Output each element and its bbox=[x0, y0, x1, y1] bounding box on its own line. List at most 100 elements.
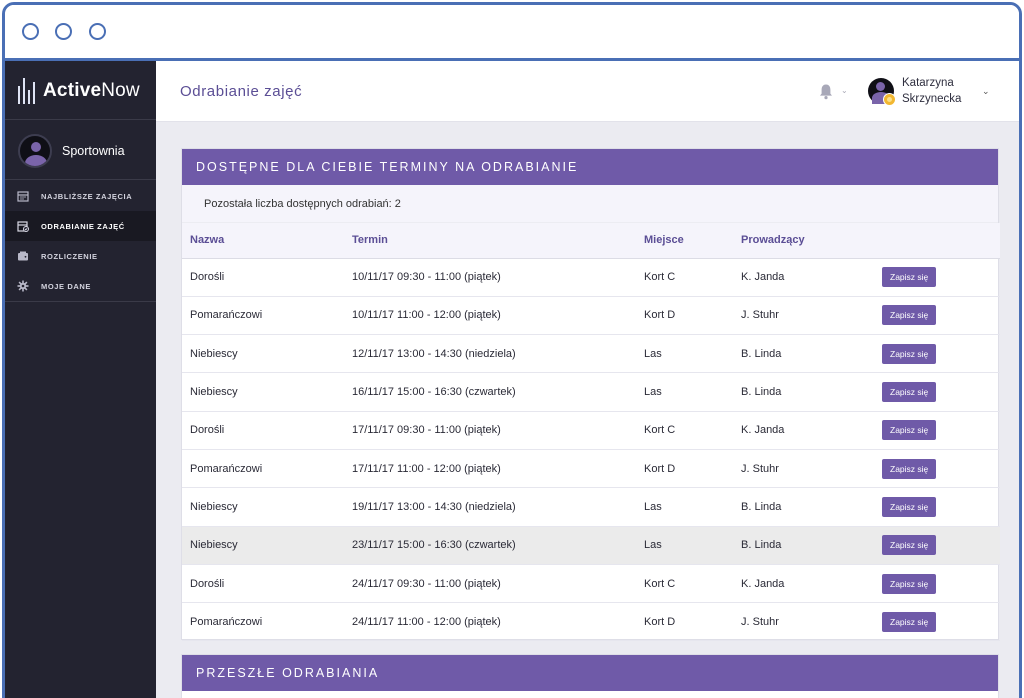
sidebar-item-label: Najbliższe zajęcia bbox=[41, 191, 133, 201]
table-row: Dorośli 17/11/17 09:30 - 11:00 (piątek) Ko… bbox=[182, 411, 1000, 450]
cell-place: Las bbox=[636, 372, 733, 412]
sidebar-nav: Najbliższe zajęcia Odrabianie zajęć Rozl… bbox=[5, 181, 156, 301]
cell-coach: J. Stuhr bbox=[733, 296, 874, 336]
sidebar-item-moje-dane[interactable]: Moje dane bbox=[5, 271, 156, 301]
cell-action: Zapisz się bbox=[874, 296, 1000, 336]
sidebar-divider bbox=[5, 119, 156, 120]
app-logo[interactable]: ActiveNow bbox=[18, 76, 140, 106]
sidebar-item-rozliczenie[interactable]: Rozliczenie bbox=[5, 241, 156, 271]
table-row: Dorośli 24/11/17 09:30 - 11:00 (piątek) Ko… bbox=[182, 564, 1000, 604]
chevron-down-icon[interactable]: ⌄ bbox=[841, 86, 848, 95]
avatar bbox=[868, 78, 896, 106]
table-row: Niebiescy 12/11/17 13:00 - 14:30 (niedzie… bbox=[182, 334, 1000, 374]
cell-place: Kort C bbox=[636, 564, 733, 604]
slots-table: Nazwa Termin Miejsce Prowadzący Dorośli 1… bbox=[182, 223, 1000, 642]
sidebar-item-najblizsze-zajecia[interactable]: Najbliższe zajęcia bbox=[5, 181, 156, 211]
user-menu[interactable]: Katarzyna Skrzynecka bbox=[868, 75, 961, 107]
zapisz-sie-button[interactable]: Zapisz się bbox=[882, 458, 937, 479]
sidebar-divider bbox=[5, 301, 156, 302]
zapisz-sie-button[interactable]: Zapisz się bbox=[882, 496, 937, 517]
cell-name: Niebiescy bbox=[182, 526, 344, 565]
zapisz-sie-button[interactable]: Zapisz się bbox=[882, 535, 937, 556]
cell-place: Kort D bbox=[636, 296, 733, 336]
column-header-termin: Termin bbox=[344, 223, 636, 259]
wallet-icon bbox=[17, 250, 29, 262]
user-first-name: Katarzyna bbox=[902, 77, 954, 89]
window-maximize-control[interactable] bbox=[89, 23, 106, 40]
window-minimize-control[interactable] bbox=[55, 23, 72, 40]
zapisz-sie-button[interactable]: Zapisz się bbox=[882, 611, 937, 632]
zapisz-sie-button[interactable]: Zapisz się bbox=[882, 420, 937, 441]
company-block[interactable]: Sportownia bbox=[18, 134, 125, 168]
cell-action: Zapisz się bbox=[874, 526, 1000, 565]
cell-action: Zapisz się bbox=[874, 449, 1000, 489]
cell-date: 19/11/17 13:00 - 14:30 (niedziela) bbox=[344, 487, 636, 527]
cell-place: Kort C bbox=[636, 258, 733, 297]
company-avatar bbox=[18, 134, 52, 168]
cell-name: Niebiescy bbox=[182, 487, 344, 527]
cell-coach: J. Stuhr bbox=[733, 449, 874, 489]
zapisz-sie-button[interactable]: Zapisz się bbox=[882, 382, 937, 403]
cell-action: Zapisz się bbox=[874, 487, 1000, 527]
cell-action: Zapisz się bbox=[874, 411, 1000, 450]
window-titlebar bbox=[5, 5, 1019, 61]
window-close-control[interactable] bbox=[22, 23, 39, 40]
bell-icon[interactable] bbox=[818, 83, 834, 101]
page-title: Odrabianie zajęć bbox=[180, 83, 303, 100]
cell-action: Zapisz się bbox=[874, 564, 1000, 604]
cell-action: Zapisz się bbox=[874, 602, 1000, 642]
cell-name: Niebiescy bbox=[182, 372, 344, 412]
table-row: Niebiescy 23/11/17 15:00 - 16:30 (czwarte… bbox=[182, 526, 1000, 565]
cell-name: Pomarańczowi bbox=[182, 449, 344, 489]
cell-place: Las bbox=[636, 334, 733, 374]
cell-name: Pomarańczowi bbox=[182, 602, 344, 642]
column-header-miejsce: Miejsce bbox=[636, 223, 733, 259]
available-slots-card: Dostępne dla ciebie terminy na odrabiani… bbox=[181, 148, 1000, 642]
sidebar-item-odrabianie-zajec[interactable]: Odrabianie zajęć bbox=[5, 211, 156, 241]
browser-window: ActiveNow Sportownia Najbliższe zajęcia … bbox=[2, 2, 1022, 698]
chevron-down-icon[interactable]: ⌄ bbox=[982, 86, 990, 97]
award-badge-icon bbox=[883, 93, 896, 106]
calendar-icon bbox=[17, 190, 29, 202]
cell-coach: B. Linda bbox=[733, 526, 874, 565]
zapisz-sie-button[interactable]: Zapisz się bbox=[882, 305, 937, 326]
card-title: Przeszłe odrabiania bbox=[182, 655, 998, 691]
cell-coach: K. Janda bbox=[733, 258, 874, 297]
remaining-count: Pozostała liczba dostępnych odrabiań: 2 bbox=[182, 185, 998, 223]
cell-place: Las bbox=[636, 526, 733, 565]
cell-date: 24/11/17 11:00 - 12:00 (piątek) bbox=[344, 602, 636, 642]
zapisz-sie-button[interactable]: Zapisz się bbox=[882, 573, 937, 594]
cell-place: Kort D bbox=[636, 449, 733, 489]
company-name: Sportownia bbox=[62, 144, 125, 158]
cell-place: Kort C bbox=[636, 411, 733, 450]
table-row: Niebiescy 19/11/17 13:00 - 14:30 (niedzie… bbox=[182, 487, 1000, 527]
column-header-action bbox=[874, 223, 1000, 259]
table-row: Niebiescy 16/11/17 15:00 - 16:30 (czwarte… bbox=[182, 372, 1000, 412]
sidebar-item-label: Rozliczenie bbox=[41, 251, 98, 261]
table-row: Dorośli 10/11/17 09:30 - 11:00 (piątek) Ko… bbox=[182, 258, 1000, 297]
table-row: Pomarańczowi 17/11/17 11:00 - 12:00 (piąt… bbox=[182, 449, 1000, 489]
zapisz-sie-button[interactable]: Zapisz się bbox=[882, 343, 937, 364]
column-header-prowadzacy: Prowadzący bbox=[733, 223, 874, 259]
cell-coach: B. Linda bbox=[733, 487, 874, 527]
card-title: Dostępne dla ciebie terminy na odrabiani… bbox=[182, 149, 998, 185]
zapisz-sie-button[interactable]: Zapisz się bbox=[882, 267, 937, 288]
cell-action: Zapisz się bbox=[874, 258, 1000, 297]
cell-date: 12/11/17 13:00 - 14:30 (niedziela) bbox=[344, 334, 636, 374]
cell-coach: B. Linda bbox=[733, 372, 874, 412]
user-last-name: Skrzynecka bbox=[902, 93, 962, 105]
cell-coach: B. Linda bbox=[733, 334, 874, 374]
cell-coach: K. Janda bbox=[733, 411, 874, 450]
logo-bars-icon bbox=[18, 78, 35, 104]
cell-coach: K. Janda bbox=[733, 564, 874, 604]
cell-date: 10/11/17 11:00 - 12:00 (piątek) bbox=[344, 296, 636, 336]
cell-action: Zapisz się bbox=[874, 372, 1000, 412]
cell-coach: J. Stuhr bbox=[733, 602, 874, 642]
cell-name: Pomarańczowi bbox=[182, 296, 344, 336]
sidebar-item-label: Moje dane bbox=[41, 281, 91, 291]
user-name: Katarzyna Skrzynecka bbox=[902, 75, 961, 107]
cell-date: 10/11/17 09:30 - 11:00 (piątek) bbox=[344, 258, 636, 297]
logo-text-light: Now bbox=[101, 80, 140, 101]
cell-date: 24/11/17 09:30 - 11:00 (piątek) bbox=[344, 564, 636, 604]
cell-date: 23/11/17 15:00 - 16:30 (czwartek) bbox=[344, 526, 636, 565]
